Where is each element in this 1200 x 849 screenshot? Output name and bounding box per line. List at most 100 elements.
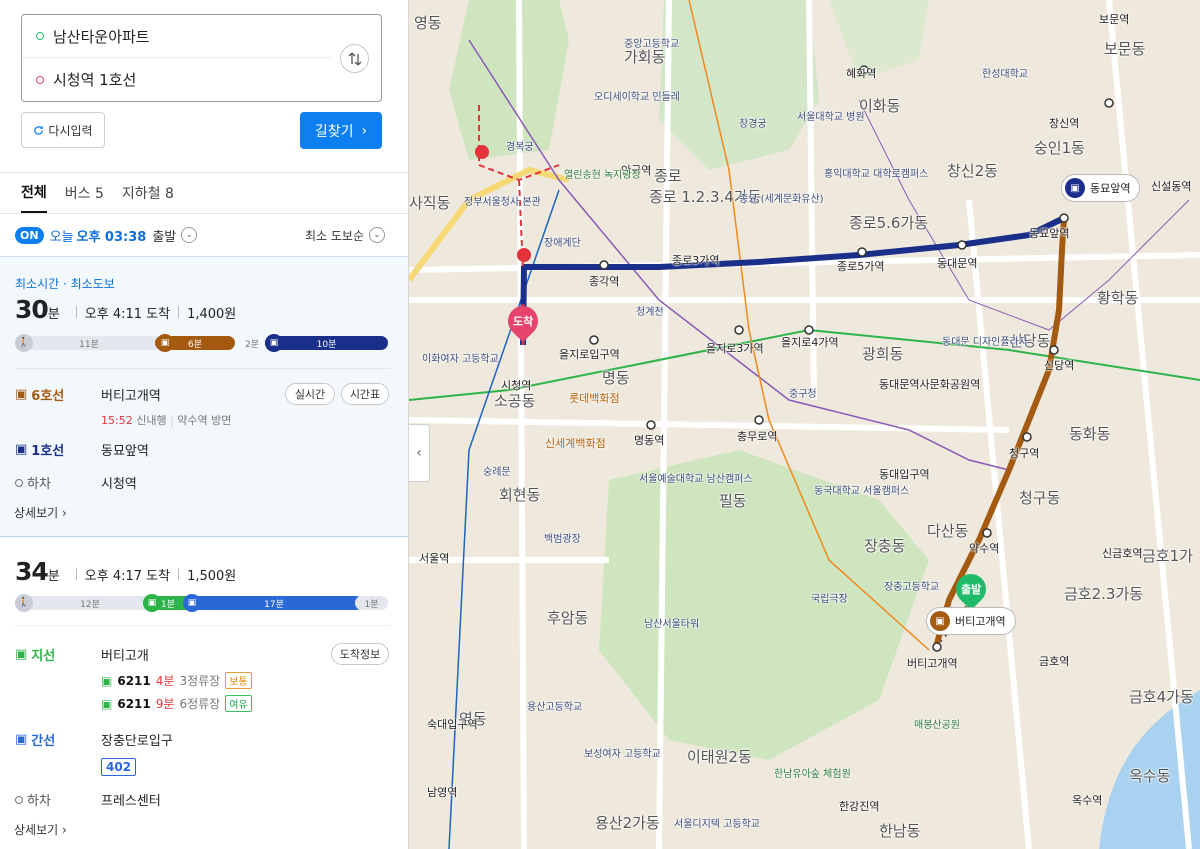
map-poi-label: 장충고등학교 [884, 582, 940, 593]
step-label: ▣ 간선 [15, 730, 101, 749]
route-minutes-unit: 분 [47, 569, 60, 584]
map-station-label: 한강진역 [839, 800, 880, 813]
bus-eta: 4분 [155, 674, 175, 688]
bus-arrival-row: ▣ 6211 4분 3정류장 보통 [101, 672, 252, 689]
reset-button-label: 다시입력 [48, 123, 93, 138]
departure-pin-label: 출발 [960, 583, 982, 596]
divider [178, 306, 180, 318]
map-station-label: 을지로입구역 [559, 348, 620, 361]
chevron-right-icon: › [361, 122, 368, 139]
tab-subway[interactable]: 지하철 8 [122, 173, 174, 213]
step-trunk-bus: ▣ 간선 장충단로입구 [15, 730, 173, 749]
park-area [659, 0, 819, 170]
route-minutes-unit: 분 [47, 307, 60, 322]
find-route-button[interactable]: 길찾기 › [300, 112, 382, 149]
bus-number-badge[interactable]: 402 [101, 758, 137, 776]
departure-on-toggle[interactable]: ON [15, 226, 44, 244]
map-poi-label: 용산고등학교 [527, 702, 583, 713]
step-branch-bus: ▣ 지선 버티고개 [15, 645, 149, 664]
map-station-label: 버티고개역 [907, 657, 958, 670]
end-input-value: 시청역 1호선 [53, 71, 137, 89]
map-station-label: 종로5가역 [837, 260, 885, 273]
step-label: 하차 [15, 790, 101, 809]
chevron-left-icon: ‹ [416, 445, 422, 461]
realtime-button[interactable]: 실시간 [285, 383, 335, 405]
sort-label: 최소 도보순 [304, 228, 364, 243]
divider [15, 625, 391, 626]
train-direction: 약수역 방면 [177, 414, 232, 427]
subway-icon: ▣ [156, 334, 174, 352]
blocked-icon [475, 145, 489, 159]
map-view[interactable]: 영동 보문동 이화동 창신2동 숭인1동 종로 종로 1.2.3.4가동 종로5… [409, 0, 1200, 849]
detail-link[interactable]: 상세보기 › [14, 504, 67, 521]
route-card-1[interactable]: 최소시간 · 최소도보 30 분 오후 4:11 도착 1,400원 11분 6… [0, 257, 408, 537]
boarding-station-label: 버티고개역 [955, 615, 1006, 628]
subway-icon: ▣ [930, 611, 950, 631]
map-station-label: 을지로4가역 [781, 336, 839, 349]
map-poi-label: 숭례문 [483, 467, 511, 478]
map-label-dong: 옥수동 [1129, 767, 1171, 785]
route-arrival: 오후 4:11 도착 [84, 307, 171, 322]
swap-button[interactable] [340, 44, 369, 73]
step-label: ▣ 1호선 [15, 440, 101, 459]
start-dot-icon [36, 32, 44, 40]
map-poi-label: 서울디지텍 고등학교 [674, 819, 760, 830]
map-station-label: 을지로3가역 [706, 342, 764, 355]
chevron-down-icon: ⌄ [369, 227, 385, 243]
map-label-dong: 종로 [654, 167, 682, 185]
map-label-dong: 숭인1동 [1034, 139, 1085, 157]
map-label-dong: 금호4가동 [1129, 688, 1194, 706]
route-fare: 1,400원 [187, 307, 237, 322]
map-station-label: 시청역 [501, 379, 532, 392]
map-label-dong: 다산동 [927, 522, 969, 540]
chevron-down-icon[interactable]: ⌄ [181, 227, 198, 243]
bus-eta: 9분 [155, 697, 175, 711]
bus-icon: ▣ [143, 594, 161, 612]
boarding-station-badge[interactable]: ▣ 버티고개역 [926, 607, 1016, 635]
collapse-panel-button[interactable]: ‹ [409, 424, 430, 482]
start-input[interactable]: 남산타운아파트 [22, 15, 332, 58]
route-summary: 34 분 오후 4:17 도착 1,500원 [15, 557, 236, 586]
transfer-station-badge[interactable]: ▣ 동묘앞역 [1061, 174, 1141, 202]
directions-panel: 남산타운아파트 시청역 1호선 다시입력 길찾기 › 전체 버스 5 지하철 8… [0, 0, 409, 849]
map-label-dong: 필동 [719, 492, 747, 510]
map-station-label: 종로3가역 [672, 254, 720, 267]
end-dot-icon [36, 75, 44, 84]
map-station-label: 동대입구역 [879, 468, 930, 481]
end-input[interactable]: 시청역 1호선 [22, 58, 332, 101]
step-line-name: 하차 [27, 794, 51, 809]
step-stop: 버티고개 [101, 649, 149, 664]
map-station-label: 동묘앞역 [1029, 227, 1070, 240]
divider [75, 568, 77, 580]
route-timeline-bar: 11분 6분 2분 10분 🚶 ▣ ▣ [15, 334, 388, 352]
detail-link[interactable]: 상세보기 › [14, 821, 67, 838]
tab-bus[interactable]: 버스 5 [65, 173, 104, 213]
route-tabs: 전체 버스 5 지하철 8 [0, 172, 408, 214]
route-input-box: 남산타운아파트 시청역 1호선 [21, 14, 382, 102]
map-label-dong: 황학동 [1097, 289, 1139, 307]
map-station-label: 신당역 [1044, 359, 1075, 372]
route-tag: 최소시간 · 최소도보 [15, 277, 115, 291]
map-poi-label: 한성대학교 [982, 69, 1028, 80]
circle-icon [15, 478, 23, 487]
route-card-2[interactable]: 34 분 오후 4:17 도착 1,500원 12분 1분 17분 1분 🚶 ▣… [0, 537, 408, 849]
map-poi-label: 창경궁 [739, 119, 767, 130]
departure-time[interactable]: 오후 03:38 [76, 226, 146, 245]
map-label-dong: 후암동 [547, 609, 589, 627]
sort-dropdown[interactable]: 최소 도보순 ⌄ [305, 227, 385, 244]
bus-arrival-row: ▣ 6211 9분 6정류장 여유 [101, 695, 252, 712]
map-station-label: 동대문역사문화공원역 [879, 378, 981, 391]
map-label-dong: 이화동 [859, 97, 901, 115]
bus-number: 6211 [117, 696, 151, 711]
timetable-button[interactable]: 시간표 [341, 383, 389, 405]
route-timeline-bar: 12분 1분 17분 1분 🚶 ▣ ▣ [15, 594, 388, 612]
map-poi-label: 국립극장 [811, 594, 848, 605]
step-line1: ▣ 1호선 동묘앞역 [15, 440, 149, 459]
arrival-info-button[interactable]: 도착정보 [331, 643, 389, 665]
tab-all[interactable]: 전체 [21, 173, 47, 213]
map-station-label: 신금호역 [1102, 547, 1143, 560]
reset-button[interactable]: 다시입력 [21, 112, 105, 148]
walk-icon: 🚶 [15, 594, 33, 612]
step-line-name: 6호선 [31, 389, 65, 404]
chevron-right-icon: › [62, 506, 67, 520]
